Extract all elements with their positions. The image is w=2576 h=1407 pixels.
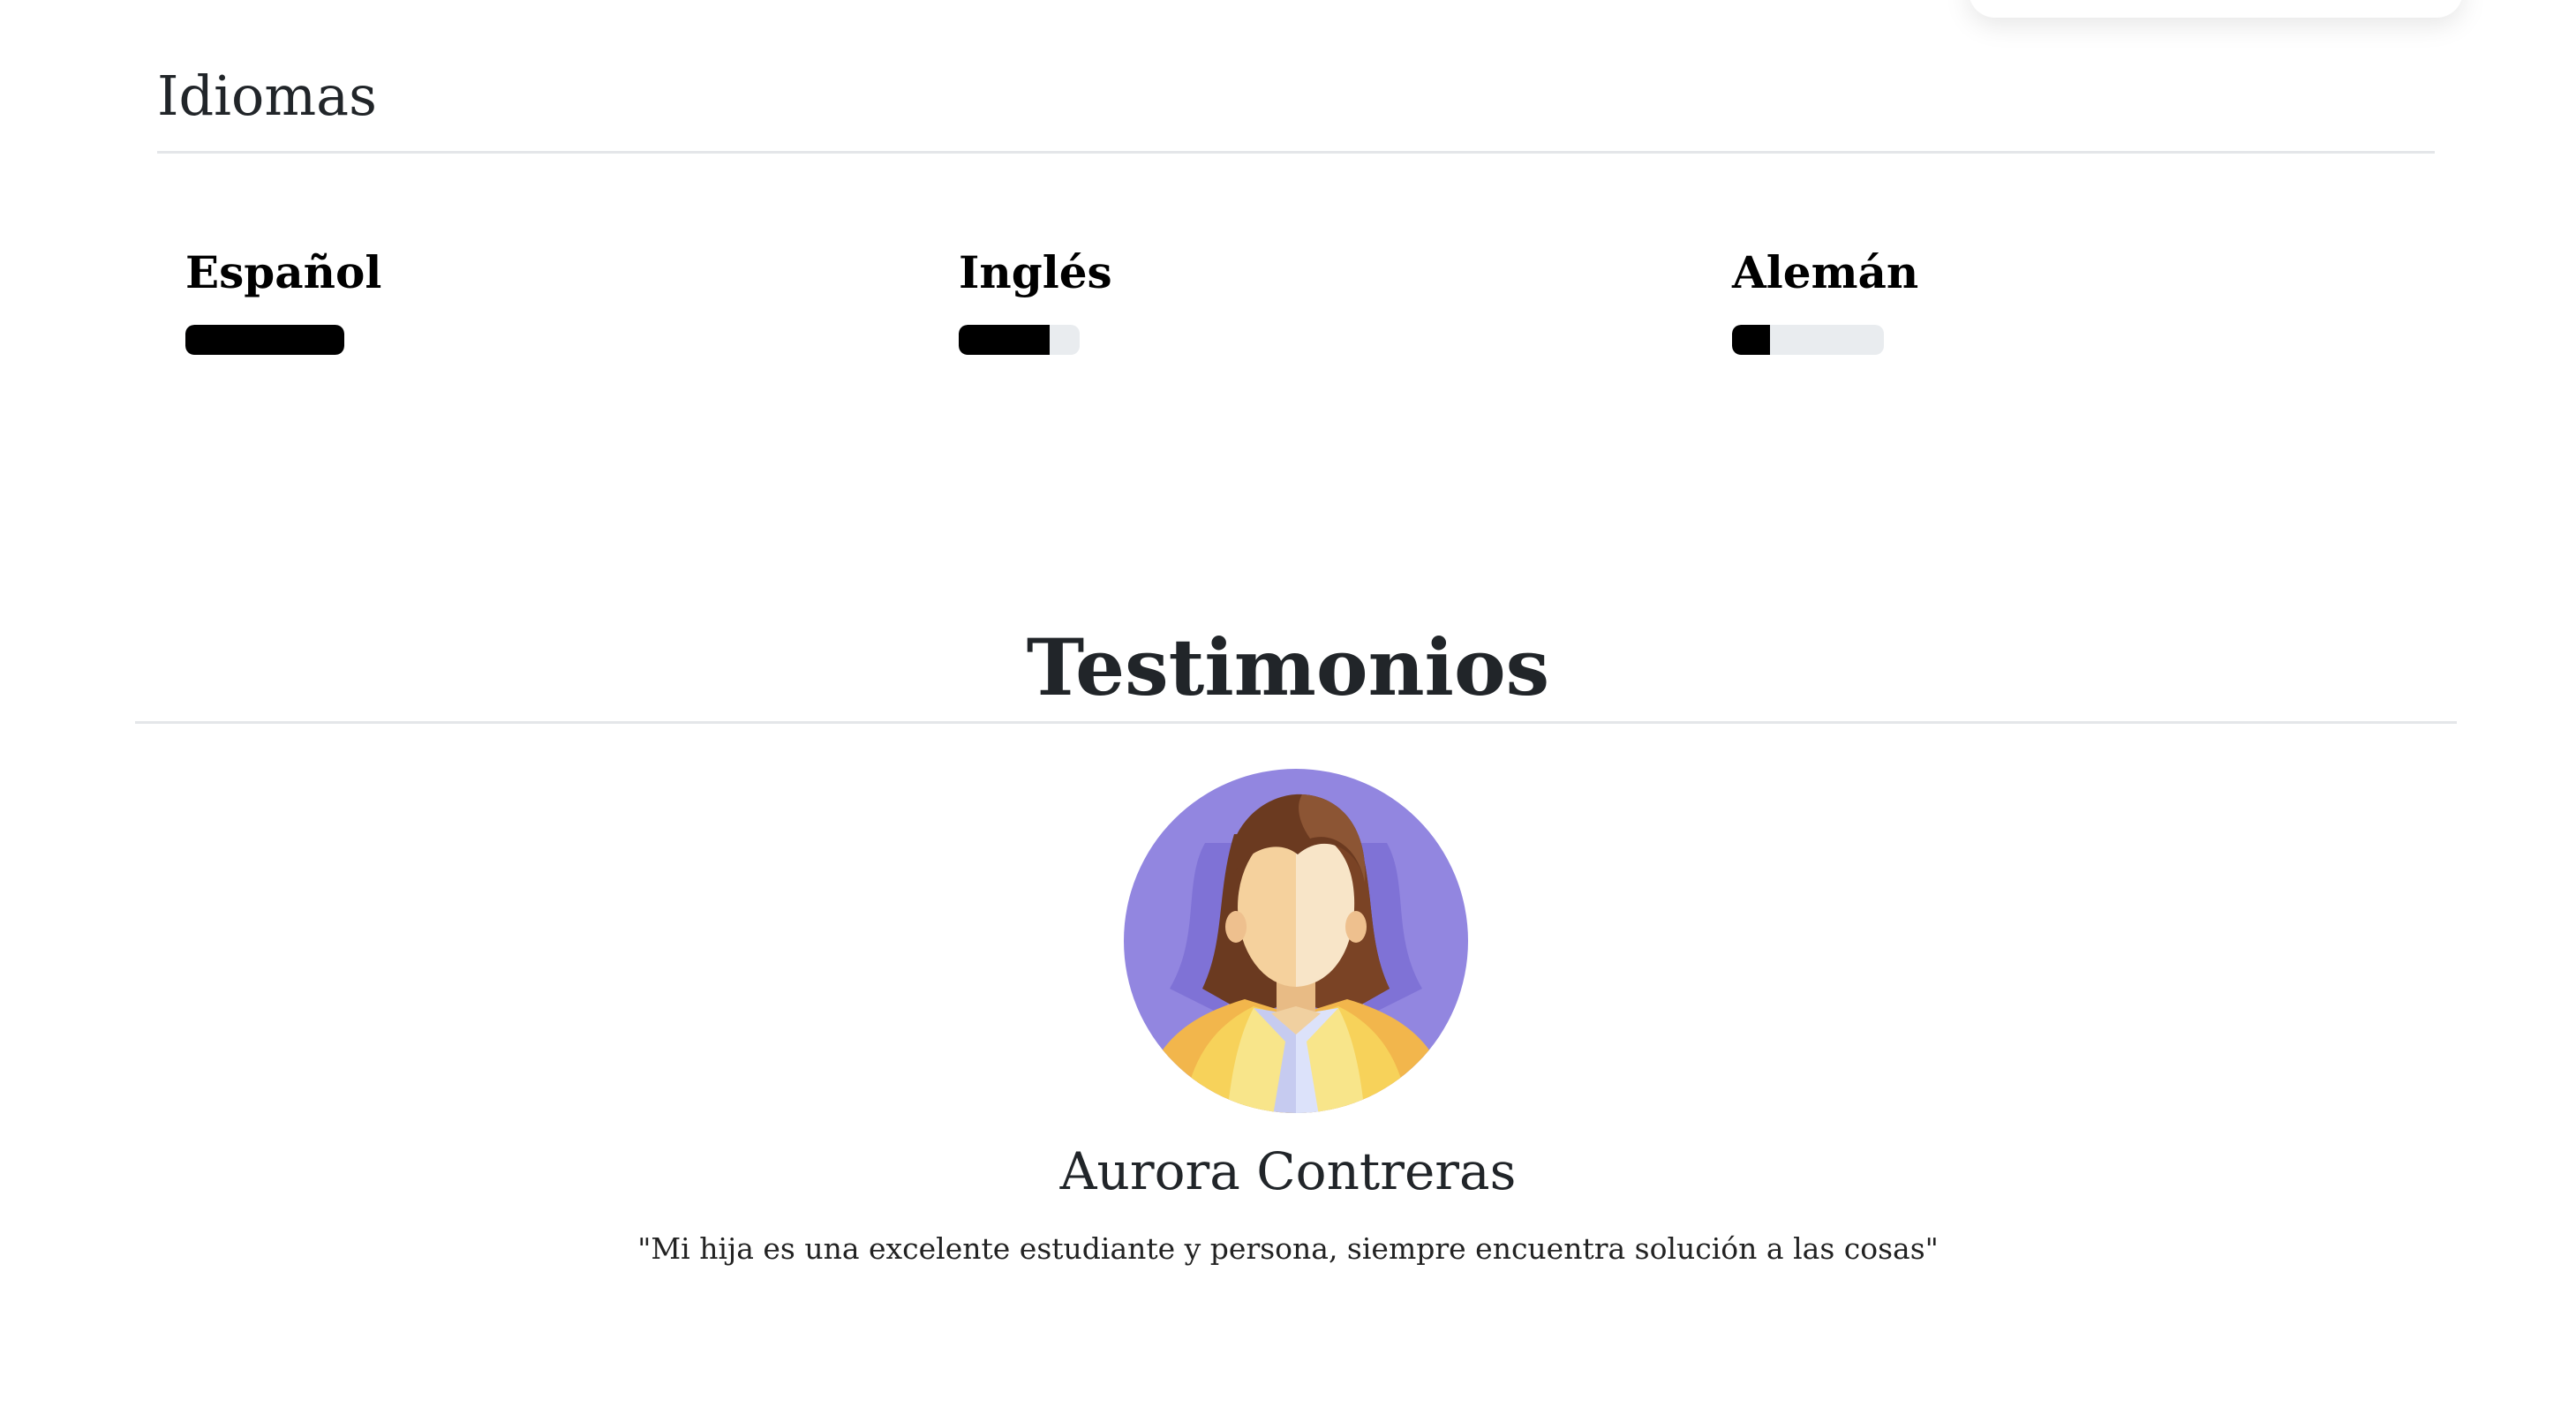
language-progress-bar [185,325,344,355]
testimonials-title: Testimonios [1026,621,1550,713]
language-progress-bar [959,325,1080,355]
language-progress-fill [1732,325,1770,355]
header-shadow [1969,0,2463,18]
testimonial-quote: "Mi hija es una excelente estudiante y p… [637,1231,1939,1266]
language-progress-bar [1732,325,1884,355]
language-name: Alemán [1732,246,1919,298]
language-progress-fill [959,325,1050,355]
woman-avatar-icon [1124,769,1468,1113]
language-item-english: Inglés [959,251,1112,355]
language-item-german: Alemán [1732,251,1918,355]
languages-divider [157,151,2435,154]
language-name: Inglés [959,246,1112,298]
language-progress-fill [185,325,344,355]
languages-title: Idiomas [157,64,377,128]
testimonial-author: Aurora Contreras [1059,1141,1517,1201]
language-name: Español [185,246,382,298]
testimonials-divider [135,721,2457,724]
language-item-spanish: Español [185,251,381,355]
